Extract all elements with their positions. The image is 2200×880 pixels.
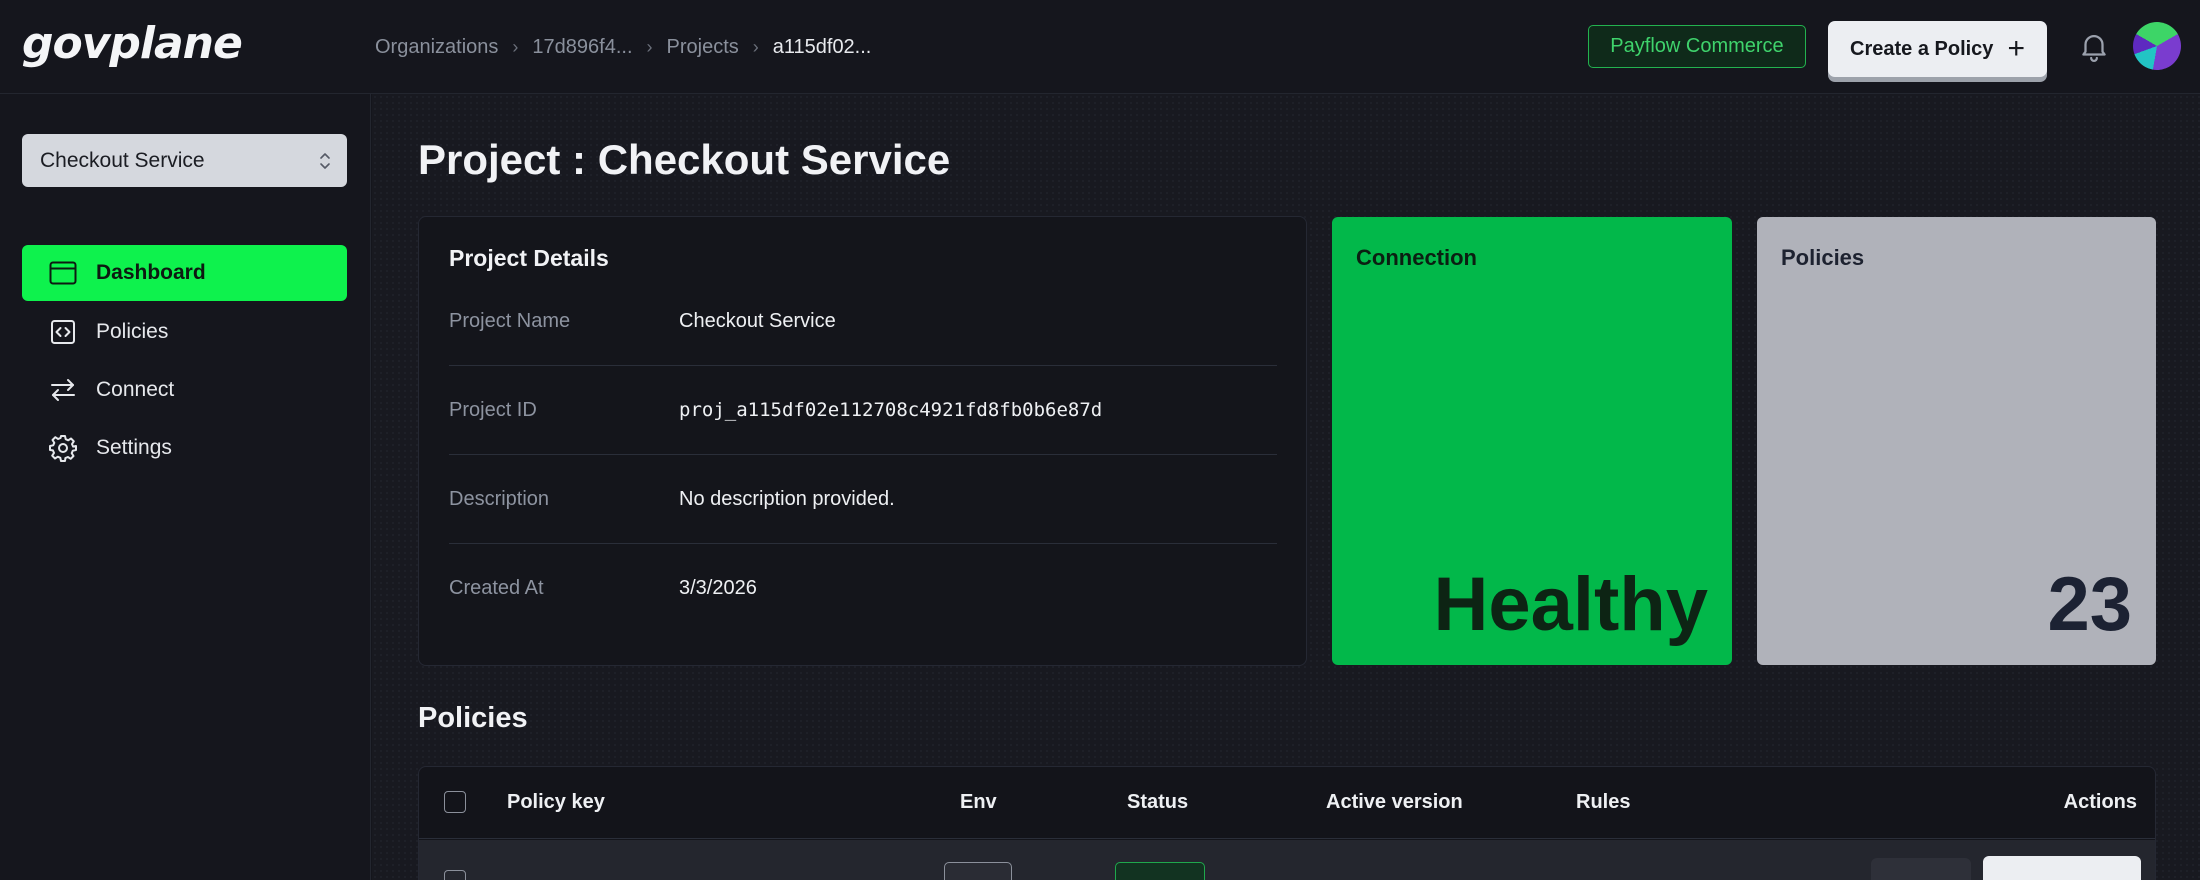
avatar[interactable] — [2133, 22, 2181, 70]
detail-key: Created At — [449, 577, 544, 599]
arrows-left-right-icon — [51, 379, 75, 401]
sidebar: Checkout Service Dashboard Policies Conn… — [0, 94, 371, 880]
table-row[interactable] — [419, 840, 2155, 880]
project-select-value: Checkout Service — [40, 148, 205, 172]
stat-label: Connection — [1356, 245, 1477, 270]
row-checkbox[interactable] — [444, 870, 466, 880]
sidebar-item-dashboard[interactable]: Dashboard — [22, 245, 347, 301]
policies-stat-card: Policies 23 — [1757, 217, 2156, 665]
column-rules[interactable]: Rules — [1576, 791, 1630, 814]
chevron-right-icon: › — [646, 36, 653, 57]
detail-row-description: Description No description provided. — [449, 455, 1277, 544]
sidebar-item-settings[interactable]: Settings — [22, 420, 347, 476]
row-action-button[interactable] — [1983, 856, 2141, 880]
table-header: Policy key Env Status Active version Rul… — [419, 767, 2155, 839]
code-file-icon — [51, 320, 75, 344]
create-policy-label: Create a Policy — [1850, 37, 1994, 60]
stat-value: 23 — [2047, 562, 2132, 647]
breadcrumb-organizations[interactable]: Organizations — [375, 36, 498, 59]
breadcrumb-project-id: a115df02... — [772, 35, 872, 58]
stat-value: Healthy — [1433, 562, 1708, 647]
detail-value: 3/3/2026 — [679, 577, 757, 599]
column-policy-key[interactable]: Policy key — [507, 791, 605, 814]
column-actions: Actions — [2063, 791, 2137, 813]
detail-value: No description provided. — [679, 487, 895, 510]
sidebar-item-label: Dashboard — [96, 261, 206, 284]
breadcrumb-projects[interactable]: Projects — [667, 36, 739, 59]
breadcrumb: Organizations › 17d896f4... › Projects ›… — [375, 32, 871, 62]
policies-section-title: Policies — [418, 702, 528, 734]
select-all-checkbox[interactable] — [444, 791, 466, 813]
connection-stat-card: Connection Healthy — [1332, 217, 1732, 665]
project-details-card: Project Details Project Name Checkout Se… — [418, 216, 1307, 666]
sidebar-item-label: Policies — [96, 320, 169, 343]
top-bar: govplane Organizations › 17d896f4... › P… — [0, 0, 2200, 94]
detail-value: Checkout Service — [679, 309, 836, 332]
sidebar-item-label: Settings — [96, 436, 172, 459]
column-env[interactable]: Env — [960, 791, 997, 814]
sidebar-item-policies[interactable]: Policies — [22, 304, 347, 360]
breadcrumb-organization-id[interactable]: 17d896f4... — [532, 36, 632, 59]
env-badge — [944, 862, 1012, 880]
column-active-version[interactable]: Active version — [1326, 791, 1463, 814]
detail-key: Description — [449, 487, 550, 510]
browser-window-icon — [49, 261, 77, 285]
bell-icon[interactable] — [2077, 28, 2111, 64]
organization-pill[interactable]: Payflow Commerce — [1588, 25, 1806, 68]
status-badge — [1115, 862, 1205, 880]
gear-icon — [49, 435, 77, 462]
detail-row-created-at: Created At 3/3/2026 — [449, 544, 1277, 633]
project-details-heading: Project Details — [449, 245, 609, 271]
detail-value: proj_a115df02e112708c4921fd8fb0b6e87d — [679, 399, 1103, 421]
detail-key: Project ID — [449, 398, 537, 421]
stat-label: Policies — [1781, 245, 1865, 270]
row-action-button[interactable] — [1871, 858, 1971, 880]
chevron-right-icon: › — [752, 36, 759, 57]
detail-row-project-name: Project Name Checkout Service — [449, 277, 1277, 366]
chevron-up-down-icon — [320, 153, 330, 169]
detail-row-project-id: Project ID proj_a115df02e112708c4921fd8f… — [449, 366, 1277, 455]
create-policy-button[interactable]: Create a Policy + — [1828, 21, 2047, 77]
column-status[interactable]: Status — [1127, 791, 1188, 814]
page-title: Project : Checkout Service — [418, 136, 951, 183]
chevron-right-icon: › — [512, 36, 519, 57]
app-logo[interactable]: govplane — [22, 18, 243, 70]
policies-table: Policy key Env Status Active version Rul… — [418, 766, 2156, 880]
sidebar-item-connect[interactable]: Connect — [22, 362, 347, 418]
detail-key: Project Name — [449, 309, 571, 332]
sidebar-item-label: Connect — [96, 378, 175, 401]
project-select[interactable]: Checkout Service — [22, 134, 347, 187]
plus-icon: + — [2007, 32, 2025, 65]
